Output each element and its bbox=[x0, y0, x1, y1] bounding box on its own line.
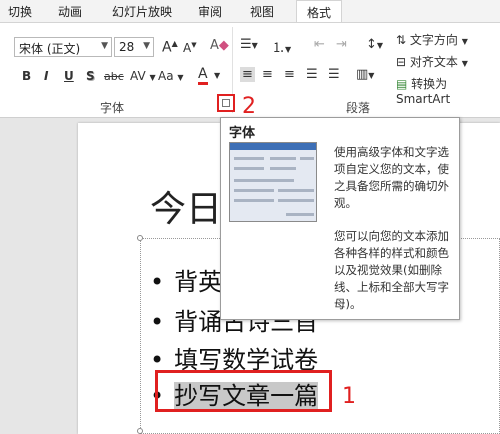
align-center-button[interactable]: ≡ bbox=[262, 67, 273, 82]
tab-transitions[interactable]: 切换 bbox=[8, 3, 32, 20]
justify-icon: ☰ bbox=[306, 67, 318, 82]
distributed-button[interactable]: ☰ bbox=[328, 67, 340, 82]
grow-font-button[interactable]: A▲ bbox=[162, 39, 178, 56]
chevron-down-icon: ▼ bbox=[101, 41, 108, 51]
distributed-icon: ☰ bbox=[328, 67, 340, 82]
preview-titlebar bbox=[230, 143, 316, 150]
bullets-button[interactable]: ☰▼ bbox=[240, 37, 258, 52]
underline-button[interactable]: U bbox=[64, 69, 74, 83]
align-left-icon: ≡ bbox=[242, 67, 253, 82]
font-size-value: 28 bbox=[119, 40, 135, 54]
columns-button[interactable]: ▥▼ bbox=[356, 67, 374, 82]
tooltip-title: 字体 bbox=[229, 126, 256, 141]
preview-line bbox=[270, 157, 296, 160]
shadow-button[interactable]: S bbox=[86, 69, 95, 83]
tab-animations[interactable]: 动画 bbox=[58, 3, 82, 20]
align-center-icon: ≡ bbox=[262, 67, 273, 82]
tab-view[interactable]: 视图 bbox=[250, 3, 274, 20]
align-right-button[interactable]: ≡ bbox=[284, 67, 295, 82]
shrink-font-button[interactable]: A▼ bbox=[183, 41, 197, 55]
align-text-button[interactable]: ⊟ 对齐文本 ▼ bbox=[396, 53, 468, 70]
char-spacing-icon: AV bbox=[130, 69, 146, 83]
font-color-button[interactable]: A bbox=[198, 67, 208, 85]
font-size-select[interactable]: 28 ▼ bbox=[114, 37, 154, 57]
annotation-number-2: 2 bbox=[242, 94, 256, 119]
chevron-down-icon: ▼ bbox=[143, 41, 150, 51]
selection-highlight-box bbox=[155, 370, 332, 412]
preview-line bbox=[234, 189, 274, 192]
font-color-icon: A bbox=[198, 66, 208, 82]
bullet-dot-icon: • bbox=[150, 268, 165, 296]
text-direction-icon: ⇅ bbox=[396, 33, 407, 47]
tab-slideshow[interactable]: 幻灯片放映 bbox=[112, 3, 172, 20]
chevron-down-icon[interactable]: ▼ bbox=[214, 71, 220, 80]
italic-button[interactable]: I bbox=[44, 69, 48, 83]
numbering-button[interactable]: ⒈▼ bbox=[272, 37, 291, 56]
indent-icon: ⇥ bbox=[336, 37, 347, 52]
outdent-icon: ⇤ bbox=[314, 37, 325, 52]
change-case-icon: Aa bbox=[158, 69, 174, 83]
slide-title[interactable]: 今日 bbox=[150, 180, 222, 232]
preview-line bbox=[234, 199, 274, 202]
justify-button[interactable]: ☰ bbox=[306, 67, 318, 82]
tab-review[interactable]: 审阅 bbox=[198, 3, 222, 20]
paragraph-group-label: 段落 bbox=[346, 101, 371, 115]
text-direction-label: 文字方向 bbox=[409, 33, 458, 47]
ribbon-tab-bar: 切换 动画 幻灯片放映 审阅 视图 格式 bbox=[0, 0, 500, 22]
bold-button[interactable]: B bbox=[22, 69, 31, 83]
char-spacing-button[interactable]: AV ▼ bbox=[130, 69, 156, 83]
font-dialog-launcher[interactable] bbox=[217, 94, 235, 112]
preview-line bbox=[278, 189, 314, 192]
convert-smartart-button[interactable]: ▤ 转换为 SmartArt bbox=[396, 75, 500, 106]
tooltip-detail: 您可以向您的文本添加各种各样的样式和颜色以及视觉效果(如删除线、上标和全部大写字… bbox=[334, 229, 449, 311]
change-case-button[interactable]: Aa ▼ bbox=[158, 69, 184, 83]
tab-format[interactable]: 格式 bbox=[296, 0, 343, 22]
grow-font-icon: A bbox=[162, 39, 172, 56]
line-spacing-icon: ↕ bbox=[366, 37, 377, 52]
line-spacing-button[interactable]: ↕▼ bbox=[366, 37, 383, 52]
bullet-text: 背英 bbox=[174, 268, 223, 296]
preview-line bbox=[234, 167, 264, 170]
align-text-icon: ⊟ bbox=[396, 55, 407, 69]
clear-format-button[interactable]: A◆ bbox=[210, 38, 229, 53]
preview-line bbox=[270, 167, 296, 170]
bullet-dot-icon: • bbox=[150, 308, 165, 336]
numbered-list-icon: ⒈ bbox=[272, 41, 286, 56]
preview-line bbox=[234, 157, 264, 160]
font-group-label: 字体 bbox=[100, 101, 125, 115]
tooltip-description: 使用高级字体和文字选项自定义您的文本，使之具备您所需的确切外观。 bbox=[334, 145, 449, 210]
font-name-value: 宋体 (正文) bbox=[19, 42, 81, 56]
align-text-label: 对齐文本 bbox=[409, 55, 458, 69]
align-right-icon: ≡ bbox=[284, 67, 295, 82]
bullet-item[interactable]: • 背英 bbox=[150, 262, 222, 297]
preview-line bbox=[300, 157, 314, 160]
increase-indent-button[interactable]: ⇥ bbox=[336, 37, 347, 52]
strikethrough-button[interactable]: abc bbox=[104, 70, 124, 83]
resize-handle[interactable] bbox=[137, 235, 143, 241]
text-direction-button[interactable]: ⇅ 文字方向 ▼ bbox=[396, 31, 468, 48]
bullet-list-icon: ☰ bbox=[240, 37, 252, 52]
font-dialog-preview-image bbox=[229, 142, 317, 222]
preview-line bbox=[278, 199, 314, 202]
annotation-number-1: 1 bbox=[342, 384, 356, 409]
font-tooltip: 字体 使用高级字体和文字选项自定义您的文本，使之具备您所需的确切外观。 您可以向… bbox=[220, 117, 460, 320]
preview-line bbox=[234, 179, 294, 182]
smartart-icon: ▤ bbox=[396, 77, 408, 91]
align-left-button[interactable]: ≡ bbox=[240, 67, 255, 82]
shrink-font-icon: A bbox=[183, 41, 192, 55]
resize-handle[interactable] bbox=[137, 428, 143, 434]
eraser-icon: A bbox=[210, 38, 219, 53]
preview-line bbox=[286, 213, 314, 216]
columns-icon: ▥ bbox=[356, 67, 369, 82]
dialog-launcher-icon bbox=[222, 99, 230, 107]
font-name-select[interactable]: 宋体 (正文) ▼ bbox=[14, 37, 112, 57]
decrease-indent-button[interactable]: ⇤ bbox=[314, 37, 325, 52]
